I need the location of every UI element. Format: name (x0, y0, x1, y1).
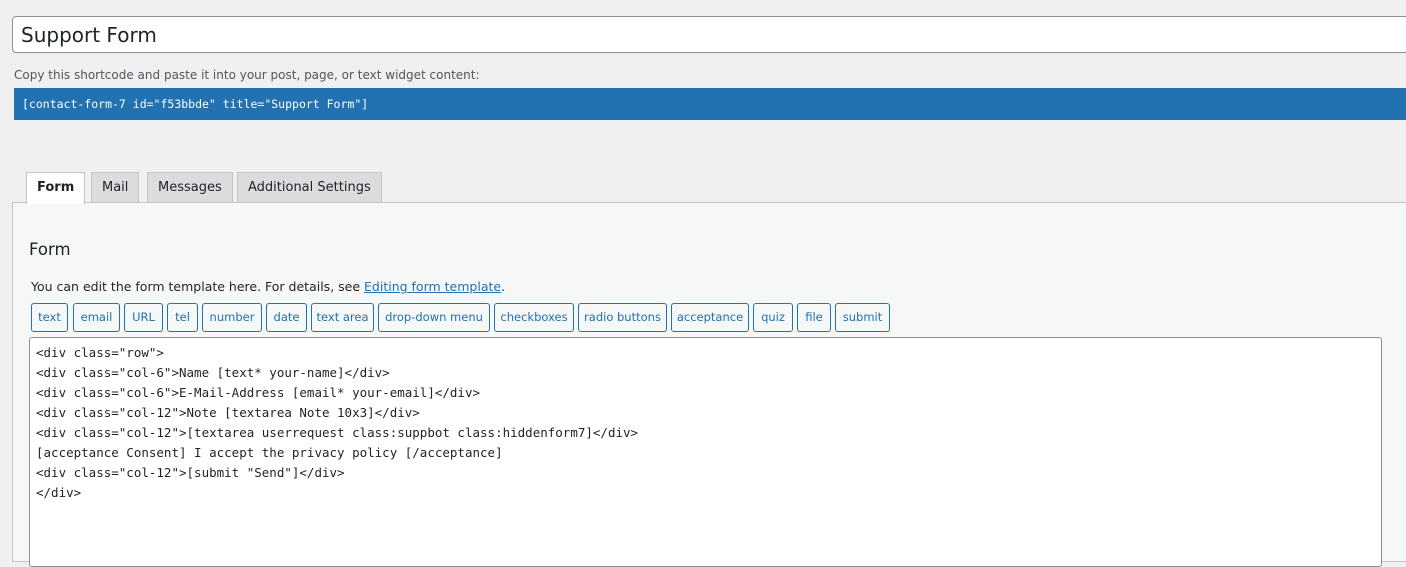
editing-form-template-link[interactable]: Editing form template (364, 279, 501, 294)
description-suffix: . (501, 279, 506, 294)
tag-button-date[interactable]: date (266, 303, 307, 332)
tag-button-radio-buttons[interactable]: radio buttons (578, 303, 667, 332)
form-title-input[interactable] (12, 16, 1406, 53)
editor-line: <div class="col-12">[submit "Send"]</div… (36, 465, 345, 480)
editor-line: <div class="col-12">Note [textarea Note … (36, 405, 420, 420)
tab-form[interactable]: Form (26, 172, 86, 204)
tag-button-quiz[interactable]: quiz (753, 303, 793, 332)
tag-button-submit[interactable]: submit (835, 303, 890, 332)
tab-additional-settings[interactable]: Additional Settings (237, 172, 382, 202)
shortcode-box[interactable]: [contact-form-7 id="f53bbde" title="Supp… (14, 88, 1406, 120)
tab-messages[interactable]: Messages (147, 172, 233, 202)
tag-button-file[interactable]: file (797, 303, 831, 332)
panel-title: Form (29, 240, 71, 259)
tab-mail[interactable]: Mail (91, 172, 140, 202)
description-prefix: You can edit the form template here. For… (31, 279, 365, 294)
editor-line: [acceptance Consent] I accept the privac… (36, 445, 503, 460)
form-template-editor[interactable]: <div class="row"> <div class="col-6">Name… (29, 337, 1382, 567)
tag-button-url[interactable]: URL (124, 303, 163, 332)
tag-button-text[interactable]: text (31, 303, 68, 332)
tag-button-acceptance[interactable]: acceptance (671, 303, 749, 332)
editor-line: </div> (36, 485, 82, 500)
tag-button-checkboxes[interactable]: checkboxes (494, 303, 574, 332)
panel-description: You can edit the form template here. For… (31, 279, 505, 294)
editor-line: <div class="col-6">Name [text* your-name… (36, 365, 390, 380)
tag-button-email[interactable]: email (73, 303, 120, 332)
editor-line: <div class="col-12">[textarea userreques… (36, 425, 639, 440)
tag-button-drop-down-menu[interactable]: drop-down menu (378, 303, 490, 332)
shortcode-label: Copy this shortcode and paste it into yo… (14, 68, 480, 82)
editor-line: <div class="col-6">E-Mail-Address [email… (36, 385, 481, 400)
tag-button-number[interactable]: number (202, 303, 262, 332)
editor-line: <div class="row"> (36, 345, 164, 360)
tag-button-text-area[interactable]: text area (311, 303, 374, 332)
tag-button-tel[interactable]: tel (167, 303, 198, 332)
